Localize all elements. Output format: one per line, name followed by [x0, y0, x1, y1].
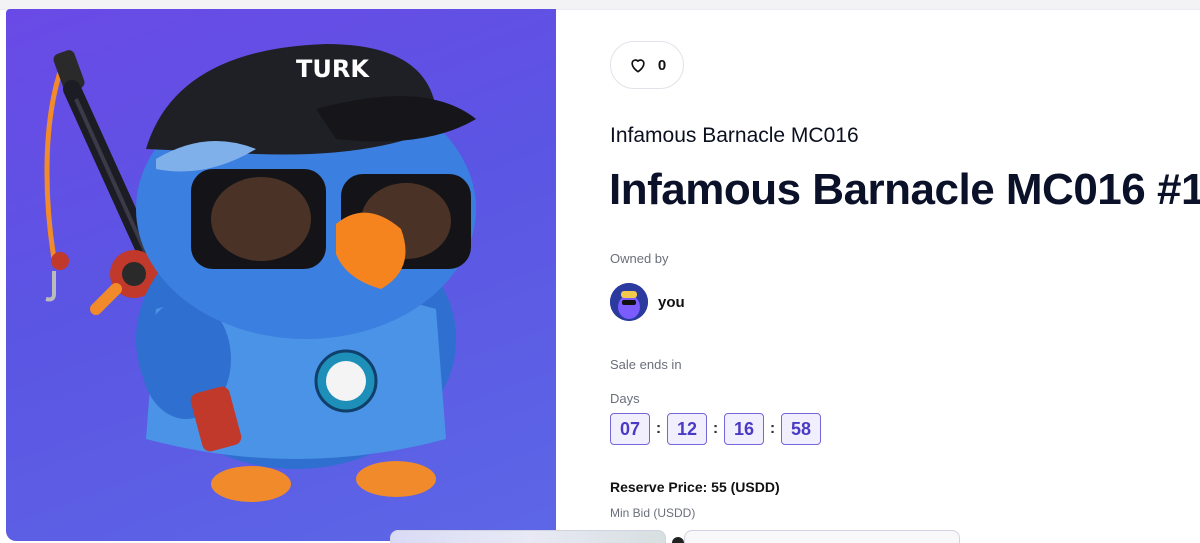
- days-label: Days: [610, 391, 640, 406]
- countdown-separator: :: [655, 420, 662, 437]
- like-button[interactable]: 0: [610, 41, 684, 89]
- page-title: Infamous Barnacle MC016 #1: [609, 165, 1200, 214]
- countdown-hours: 12: [667, 413, 707, 445]
- countdown-days: 07: [610, 413, 650, 445]
- owner-name[interactable]: you: [658, 294, 685, 311]
- reserve-price: Reserve Price: 55 (USDD): [610, 479, 780, 495]
- collection-name[interactable]: Infamous Barnacle MC016: [610, 124, 859, 148]
- avatar[interactable]: [610, 283, 648, 321]
- status-dot-icon: [672, 537, 684, 543]
- countdown-seconds: 58: [781, 413, 821, 445]
- owned-by-label: Owned by: [610, 251, 669, 266]
- min-bid-label: Min Bid (USDD): [610, 506, 696, 520]
- countdown-separator: :: [769, 420, 776, 437]
- heart-icon: [631, 59, 645, 73]
- bid-button[interactable]: [390, 530, 666, 543]
- nft-artwork: TURK: [44, 44, 476, 502]
- countdown-timer: 07 : 12 : 16 : 58: [610, 413, 821, 445]
- sale-ends-label: Sale ends in: [610, 357, 682, 372]
- countdown-minutes: 16: [724, 413, 764, 445]
- like-count: 0: [657, 56, 667, 74]
- nft-image[interactable]: TURK: [6, 9, 556, 541]
- owner-row[interactable]: you: [610, 283, 685, 321]
- bid-input[interactable]: [684, 530, 960, 543]
- countdown-separator: :: [712, 420, 719, 437]
- cap-text: TURK: [296, 55, 370, 83]
